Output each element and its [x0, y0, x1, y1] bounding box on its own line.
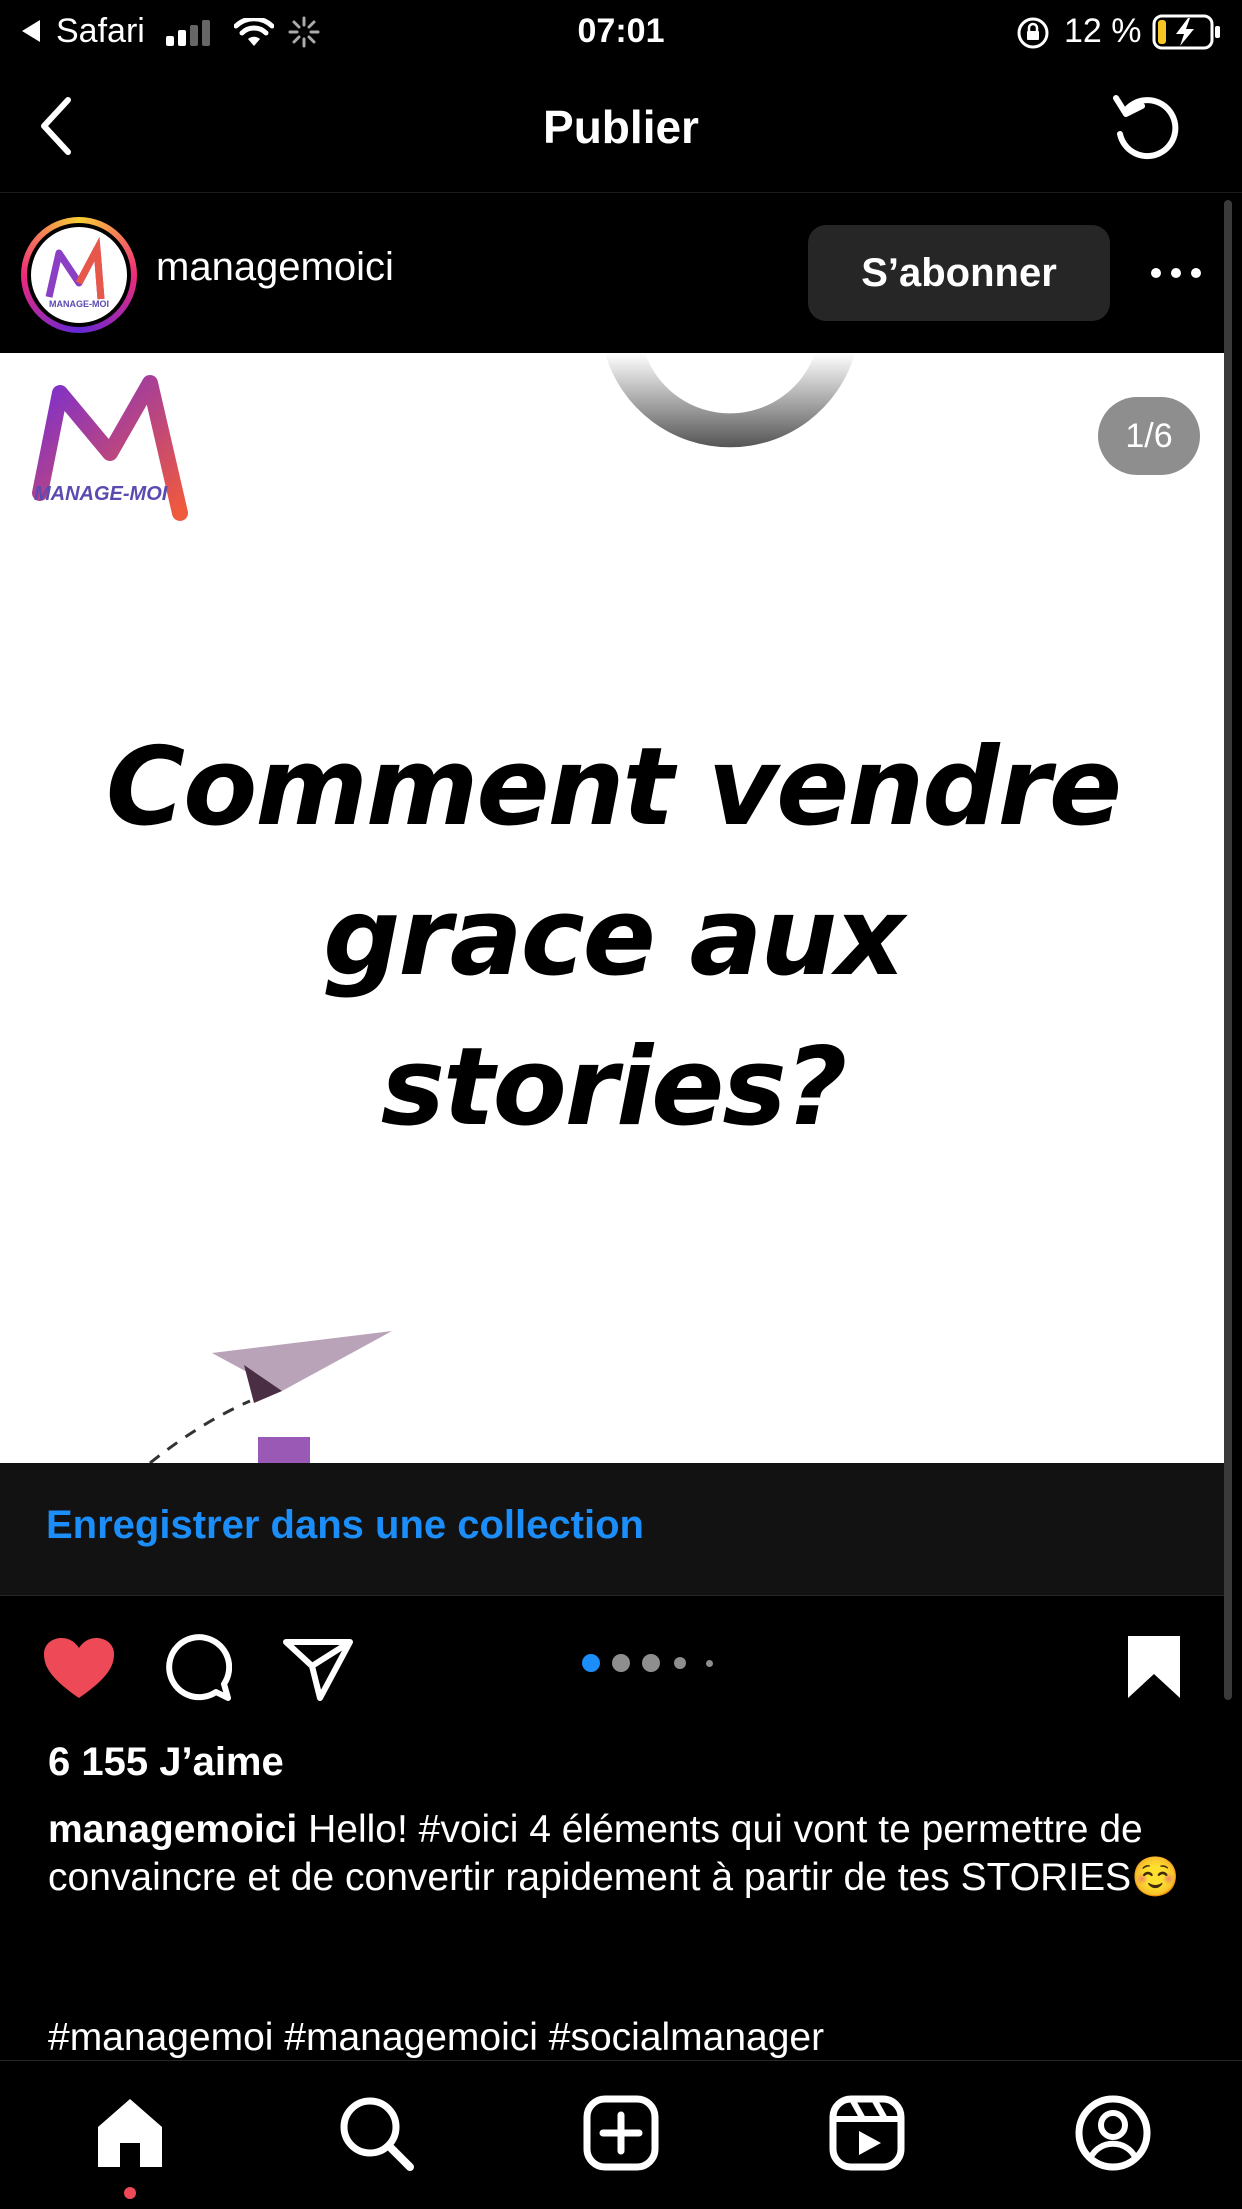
clock: 07:01 — [577, 12, 665, 50]
profile-icon[interactable] — [1073, 2093, 1153, 2173]
carousel-dot — [612, 1654, 630, 1672]
rotation-lock-icon — [1017, 17, 1049, 49]
carousel-dot — [642, 1654, 660, 1672]
reels-icon[interactable] — [827, 2093, 907, 2173]
post-image[interactable]: MANAGE-MOI 1/6 Comment vendre grace aux … — [0, 353, 1226, 1463]
share-icon[interactable] — [282, 1636, 354, 1702]
navigation-bar: Publier — [0, 62, 1242, 193]
like-count[interactable]: 6 155 J’aime — [48, 1740, 284, 1785]
home-icon[interactable] — [90, 2093, 170, 2173]
bottom-tab-bar — [0, 2060, 1242, 2209]
headline-line-2: grace aux — [323, 875, 905, 1000]
carousel-dot — [706, 1660, 713, 1667]
search-icon[interactable] — [336, 2093, 416, 2173]
comment-icon[interactable] — [162, 1634, 232, 1704]
brand-logo-icon: MANAGE-MOI — [45, 236, 109, 309]
post-actions — [0, 1596, 1242, 1726]
refresh-icon[interactable] — [1110, 92, 1184, 162]
headline-line-1: Comment vendre — [105, 725, 1122, 850]
carousel-dot — [674, 1657, 686, 1669]
battery-percent: 12 % — [1064, 12, 1142, 50]
home-notification-dot — [124, 2187, 136, 2199]
follow-button[interactable]: S’abonner — [808, 225, 1110, 321]
caption-username[interactable]: managemoici — [48, 1808, 297, 1851]
headline-line-3: stories? — [380, 1025, 848, 1150]
battery-charging-icon — [1152, 14, 1220, 50]
caption-hashtags[interactable]: #managemoi #managemoici #socialmanager — [48, 2014, 824, 2062]
post-header: MANAGE-MOI managemoici S’abonner — [0, 193, 1242, 353]
bookmark-icon[interactable] — [1126, 1634, 1182, 1700]
more-options-icon[interactable] — [1148, 253, 1204, 293]
create-post-icon[interactable] — [581, 2093, 661, 2173]
save-to-collection-banner: Enregistrer dans une collection — [0, 1463, 1226, 1596]
save-to-collection-link[interactable]: Enregistrer dans une collection — [46, 1503, 644, 1548]
brand-logo-text: MANAGE-MOI — [34, 483, 168, 505]
page-title: Publier — [543, 101, 699, 153]
avatar[interactable]: MANAGE-MOI — [27, 223, 131, 327]
like-heart-icon[interactable] — [42, 1636, 116, 1702]
scrollbar[interactable] — [1224, 200, 1232, 1700]
svg-text:MANAGE-MOI: MANAGE-MOI — [49, 299, 109, 309]
carousel-counter: 1/6 — [1098, 397, 1200, 475]
post-username[interactable]: managemoici — [156, 245, 394, 290]
carousel-dot-active — [582, 1654, 600, 1672]
post-caption: managemoici Hello! #voici 4 éléments qui… — [48, 1806, 1198, 1902]
status-bar: Safari 07:01 12 % — [0, 0, 1242, 62]
